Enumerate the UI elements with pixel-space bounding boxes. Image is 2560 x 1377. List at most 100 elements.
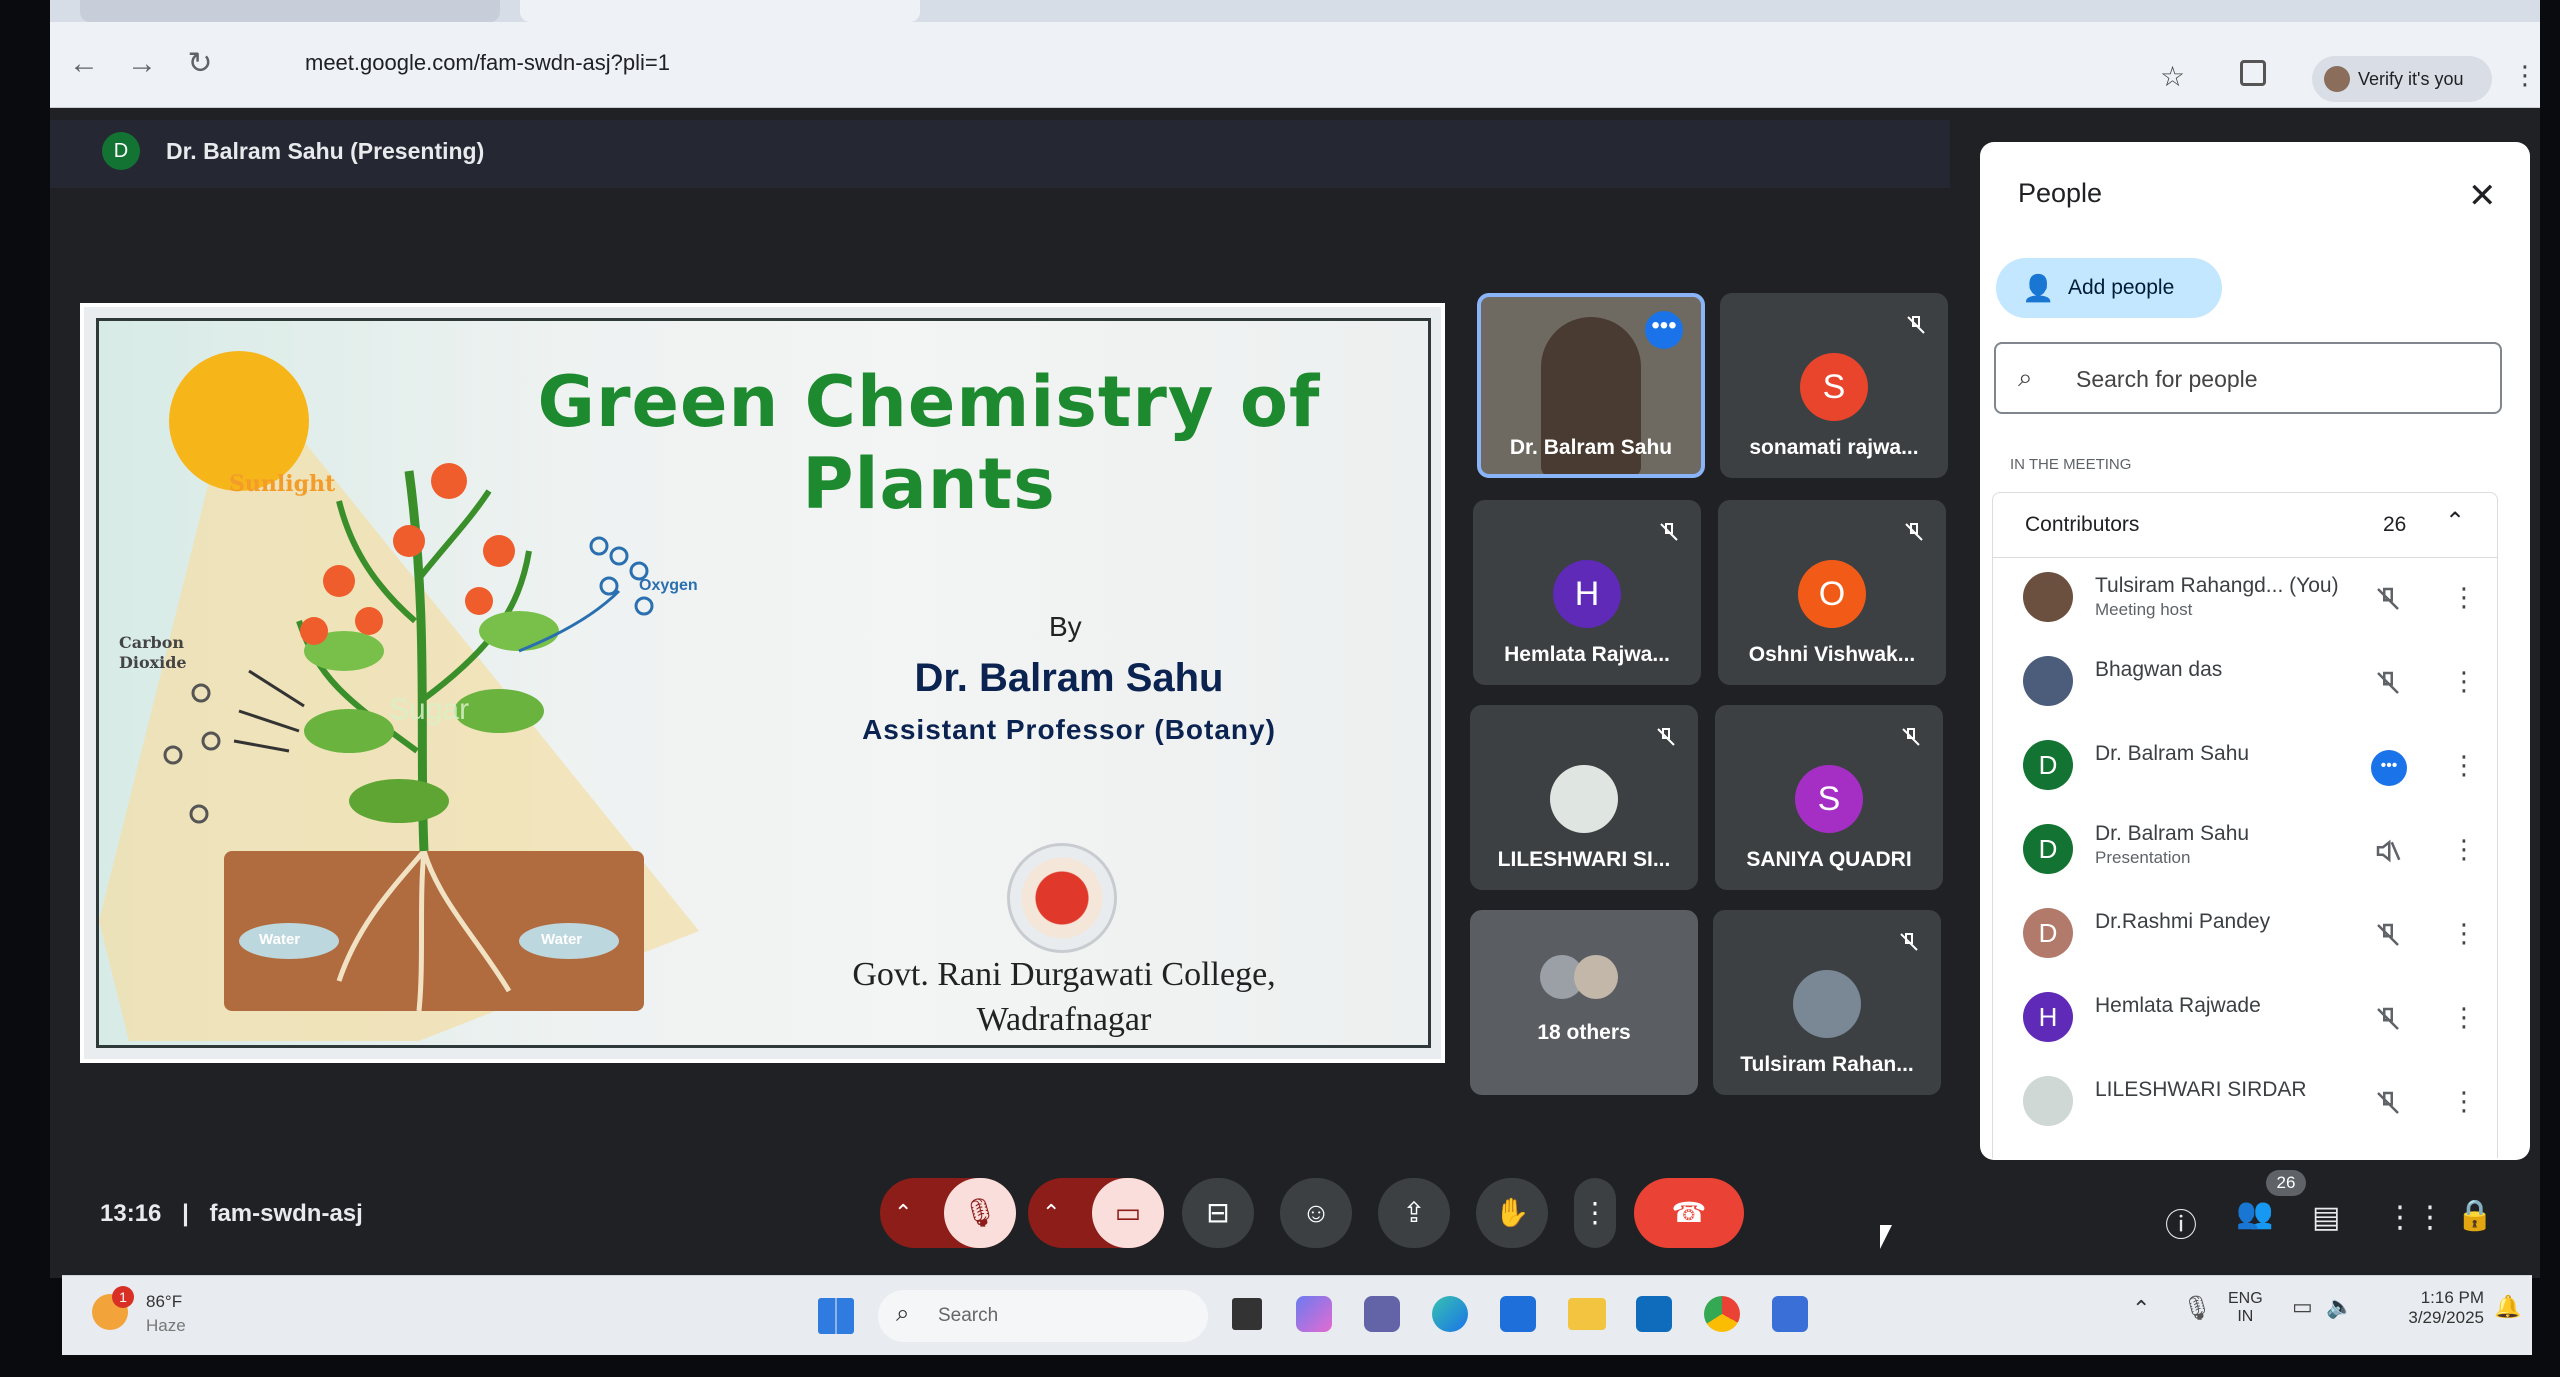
clock-time: 1:16 PM	[2420, 1288, 2484, 1307]
outlook-icon[interactable]	[1636, 1296, 1672, 1332]
mic-off-icon	[2377, 1007, 2399, 1030]
mic-off-icon	[2377, 587, 2399, 610]
browser-menu-icon[interactable]: ⋮	[2512, 60, 2538, 91]
tab-inactive[interactable]	[80, 0, 500, 22]
tab-active[interactable]	[520, 0, 920, 22]
activities-icon[interactable]: ⋮⋮	[2385, 1200, 2445, 1235]
meeting-details-icon[interactable]: ⓘ	[2165, 1200, 2197, 1246]
more-options-icon[interactable]: •••	[1645, 311, 1683, 349]
reload-icon[interactable]: ↻	[178, 42, 222, 86]
diagram-label-water-left: Water	[259, 931, 301, 948]
person-row[interactable]: H Hemlata Rajwade ⋮	[2023, 978, 2497, 1058]
address-bar[interactable]: meet.google.com/fam-swdn-asj?pli=1	[245, 38, 2225, 88]
mic-options-chevron-icon[interactable]: ⌃	[894, 1178, 912, 1248]
meeting-clock: 13:16	[100, 1200, 162, 1227]
tile-avatar: S	[1800, 353, 1868, 421]
diagram-label-sunlight: Sunlight	[229, 471, 336, 497]
notification-bell-icon[interactable]: 🔔	[2494, 1294, 2521, 1320]
person-row[interactable]: LILESHWARI SIRDAR ⋮	[2023, 1062, 2497, 1142]
person-row[interactable]: Bhagwan das ⋮	[2023, 642, 2497, 722]
sun-icon	[169, 351, 309, 491]
captions-button[interactable]: ⊟	[1182, 1178, 1254, 1248]
more-options-icon[interactable]: ⋮	[2451, 832, 2477, 866]
tile-avatar	[1550, 765, 1618, 833]
more-options-icon[interactable]: ⋮	[2451, 1000, 2477, 1034]
language-indicator[interactable]: ENG IN	[2228, 1290, 2263, 1326]
person-row[interactable]: D Dr.Rashmi Pandey ⋮	[2023, 894, 2497, 974]
back-arrow-icon[interactable]: ←	[62, 42, 106, 86]
chat-icon[interactable]: ▤	[2312, 1200, 2340, 1235]
college-emblem	[1007, 843, 1117, 953]
captions-icon: ⊟	[1206, 1197, 1230, 1228]
contributors-group-header[interactable]: Contributors 26 ⌃	[1992, 492, 2498, 558]
person-row[interactable]: D Dr. Balram Sahu ••• ⋮	[2023, 726, 2497, 806]
camera-options-chevron-icon[interactable]: ⌃	[1042, 1178, 1060, 1248]
tile-name: Oshni Vishwak...	[1748, 643, 1916, 666]
mic-off-button[interactable]: 🎙	[944, 1178, 1016, 1248]
weather-temp: 86°F	[146, 1292, 183, 1311]
leaf	[349, 779, 449, 823]
teams-icon[interactable]	[1364, 1296, 1400, 1332]
emoji-button[interactable]: ☺	[1280, 1178, 1352, 1248]
taskbar-search[interactable]: ⌕ Search	[878, 1290, 1208, 1342]
person-row[interactable]: Tulsiram Rahangd... (You) Meeting host ⋮	[2023, 558, 2497, 638]
copilot-icon[interactable]	[1296, 1296, 1332, 1332]
participant-tile[interactable]: S SANIYA QUADRI	[1715, 705, 1943, 890]
camera-off-button[interactable]: ▭	[1092, 1178, 1164, 1248]
person-avatar	[2023, 1076, 2073, 1126]
close-icon[interactable]: ✕	[2468, 176, 2497, 216]
chrome-icon[interactable]	[1704, 1296, 1740, 1332]
raise-hand-button[interactable]: ✋	[1476, 1178, 1548, 1248]
volume-icon[interactable]: 🔈	[2326, 1294, 2353, 1320]
store-icon[interactable]	[1500, 1296, 1536, 1332]
others-tile[interactable]: 18 others	[1470, 910, 1698, 1095]
group-count: 26	[2383, 513, 2407, 536]
star-bookmark-icon[interactable]: ☆	[2160, 60, 2185, 93]
leave-call-button[interactable]: ☎	[1634, 1178, 1744, 1248]
participant-tile[interactable]: O Oshni Vishwak...	[1718, 500, 1946, 685]
participant-tile[interactable]: LILESHWARI SI...	[1470, 705, 1698, 890]
more-options-icon[interactable]: ⋮	[2451, 664, 2477, 698]
diagram-label-carbon: Carbon	[119, 633, 185, 652]
person-row[interactable]: D Dr. Balram Sahu Presentation ⋮	[2023, 810, 2497, 890]
participant-tile[interactable]: H Hemlata Rajwa...	[1473, 500, 1701, 685]
clock-date: 3/29/2025	[2408, 1308, 2484, 1327]
host-controls-icon[interactable]: 🔒	[2456, 1198, 2493, 1233]
more-options-icon[interactable]: ⋮	[2451, 916, 2477, 950]
extensions-icon[interactable]	[2240, 60, 2266, 86]
task-view-icon[interactable]	[1232, 1298, 1262, 1330]
person-name: Tulsiram Rahangd... (You)	[2095, 574, 2339, 597]
search-people-input[interactable]: Search for people	[2076, 366, 2258, 393]
tray-overflow-chevron-icon[interactable]: ⌃	[2132, 1296, 2150, 1322]
search-people-field[interactable]: ⌕ Search for people	[1994, 342, 2502, 414]
present-button[interactable]: ⇪	[1378, 1178, 1450, 1248]
more-options-icon[interactable]: ⋮	[2451, 1084, 2477, 1118]
add-person-icon: 👤	[2022, 273, 2055, 303]
start-menu-icon[interactable]	[818, 1298, 854, 1334]
participant-tile[interactable]: Tulsiram Rahan...	[1713, 910, 1941, 1095]
tile-avatar: H	[1553, 560, 1621, 628]
file-explorer-icon[interactable]	[1568, 1298, 1606, 1330]
more-options-icon[interactable]: ⋮	[2451, 580, 2477, 614]
separator: |	[182, 1200, 189, 1227]
person-name: LILESHWARI SIRDAR	[2095, 1078, 2307, 1101]
more-options-icon[interactable]: ⋮	[2451, 748, 2477, 782]
network-icon[interactable]: ▭	[2292, 1294, 2313, 1320]
microphone-tray-icon[interactable]: 🎙	[2182, 1294, 2212, 1323]
diagram-label-sugar: Sugar	[389, 693, 470, 726]
more-options-button[interactable]: ⋮	[1574, 1178, 1616, 1248]
participant-count-badge: 26	[2266, 1170, 2306, 1196]
edge-icon[interactable]	[1432, 1296, 1468, 1332]
people-button[interactable]: 26 👥	[2236, 1170, 2306, 1236]
forward-arrow-icon[interactable]: →	[120, 42, 164, 86]
app-icon[interactable]	[1772, 1296, 1808, 1332]
chevron-up-icon[interactable]: ⌃	[2445, 507, 2465, 536]
participant-tile[interactable]: S sonamati rajwa...	[1720, 293, 1948, 478]
weather-icon[interactable]: 1	[92, 1286, 134, 1330]
verify-profile-button[interactable]: Verify it's you	[2312, 56, 2492, 102]
add-people-button[interactable]: 👤 Add people	[1996, 258, 2222, 318]
section-label: IN THE MEETING	[2010, 456, 2132, 473]
participant-tile[interactable]: ••• Dr. Balram Sahu	[1477, 293, 1705, 478]
clock[interactable]: 1:16 PM 3/29/2025	[2374, 1288, 2484, 1328]
flower	[483, 535, 515, 567]
